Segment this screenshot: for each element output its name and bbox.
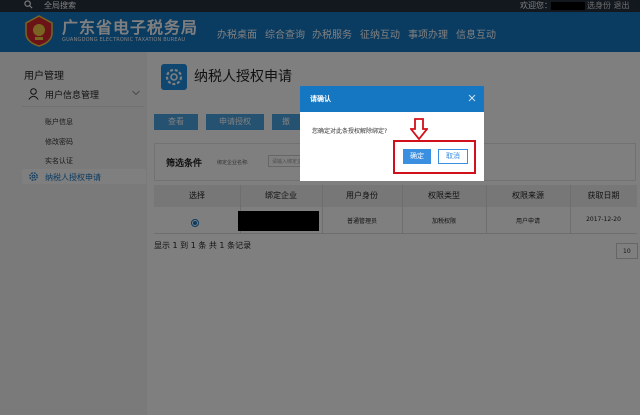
- modal-overlay[interactable]: [0, 0, 640, 415]
- confirm-dialog: 请确认 您确定对此条授权解除绑定? 确定 取消: [300, 86, 484, 181]
- annotation-arrow-icon: [410, 118, 428, 140]
- dialog-title: 请确认: [310, 95, 331, 103]
- dialog-message: 您确定对此条授权解除绑定?: [312, 128, 388, 135]
- close-icon[interactable]: [468, 94, 476, 102]
- confirm-button[interactable]: 确定: [403, 149, 431, 164]
- cancel-button[interactable]: 取消: [438, 149, 468, 164]
